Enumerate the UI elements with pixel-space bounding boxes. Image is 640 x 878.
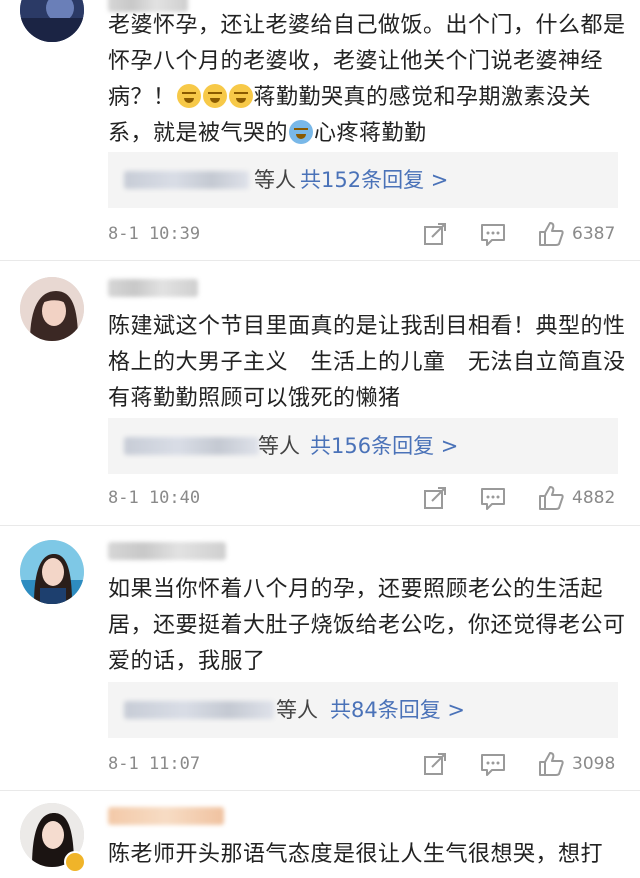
like-count: 6387 — [572, 224, 616, 244]
share-button[interactable] — [420, 483, 450, 513]
reply-users-blurred — [124, 701, 274, 719]
reply-count-link[interactable]: 共84条回复 > — [330, 696, 465, 724]
thumbs-up-icon — [539, 222, 564, 246]
share-icon — [424, 753, 446, 775]
share-button[interactable] — [420, 219, 450, 249]
comment-text: 老婆怀孕，还让老婆给自己做饭。出个门，什么都是怀孕八个月的老婆收，老婆让他关个门… — [108, 13, 626, 146]
comment-icon — [481, 488, 505, 510]
grin-sweat-emoji-icon — [228, 84, 253, 108]
grin-sweat-emoji-icon — [202, 84, 227, 108]
comment-item-2: 陈建斌这个节目里面真的是让我刮目相看！典型的性格上的大男子主义 生活上的儿童 无… — [0, 261, 640, 525]
reply-summary[interactable]: 等人 共152条回复 > — [108, 152, 618, 208]
comment-icon — [481, 754, 505, 776]
comment-item-4: 陈老师开头那语气态度是很让人生气很想哭，想打 — [0, 791, 640, 878]
grin-sweat-emoji-icon — [176, 84, 201, 108]
username-blurred[interactable] — [108, 542, 226, 560]
avatar[interactable] — [20, 0, 84, 42]
like-button[interactable] — [536, 483, 566, 513]
reply-users-blurred — [124, 171, 249, 189]
reply-users-blurred — [124, 437, 259, 455]
reply-count-link[interactable]: 共156条回复 > — [310, 432, 458, 460]
comment-button[interactable] — [478, 749, 508, 779]
comment-item-3: 如果当你怀着八个月的孕，还要照顾老公的生活起居，还要挺着大肚子烧饭给老公吃，你还… — [0, 526, 640, 790]
like-count: 3098 — [572, 754, 616, 774]
reply-count-link[interactable]: 共152条回复 > — [300, 166, 448, 194]
verified-badge-icon — [64, 851, 86, 873]
reply-suffix: 等人 — [258, 434, 300, 458]
reply-summary[interactable]: 等人 共84条回复 > — [108, 682, 618, 738]
share-button[interactable] — [420, 749, 450, 779]
share-icon — [424, 487, 446, 509]
thumbs-up-icon — [539, 752, 564, 776]
comment-time: 8-1 10:39 — [108, 224, 201, 244]
comment-icon — [481, 224, 505, 246]
reply-suffix: 等人 — [276, 698, 318, 722]
like-button[interactable] — [536, 219, 566, 249]
comment-item-1: 老婆怀孕，还让老婆给自己做饭。出个门，什么都是怀孕八个月的老婆收，老婆让他关个门… — [0, 0, 640, 260]
username-blurred[interactable] — [108, 279, 198, 297]
reply-summary[interactable]: 等人 共156条回复 > — [108, 418, 618, 474]
reply-suffix: 等人 — [254, 168, 296, 192]
username-blurred[interactable] — [108, 807, 224, 825]
thumbs-up-icon — [539, 486, 564, 510]
comment-text: 陈建斌这个节目里面真的是让我刮目相看！典型的性格上的大男子主义 生活上的儿童 无… — [108, 314, 626, 411]
comment-button[interactable] — [478, 219, 508, 249]
like-count: 4882 — [572, 488, 616, 508]
comment-button[interactable] — [478, 483, 508, 513]
comment-time: 8-1 10:40 — [108, 488, 201, 508]
avatar[interactable] — [20, 540, 84, 604]
comment-time: 8-1 11:07 — [108, 754, 201, 774]
like-button[interactable] — [536, 749, 566, 779]
share-icon — [424, 223, 446, 245]
comment-text: 如果当你怀着八个月的孕，还要照顾老公的生活起居，还要挺着大肚子烧饭给老公吃，你还… — [108, 577, 626, 674]
crying-emoji-icon — [289, 120, 314, 144]
avatar[interactable] — [20, 277, 84, 341]
comment-text: 陈老师开头那语气态度是很让人生气很想哭，想打 — [108, 842, 604, 867]
